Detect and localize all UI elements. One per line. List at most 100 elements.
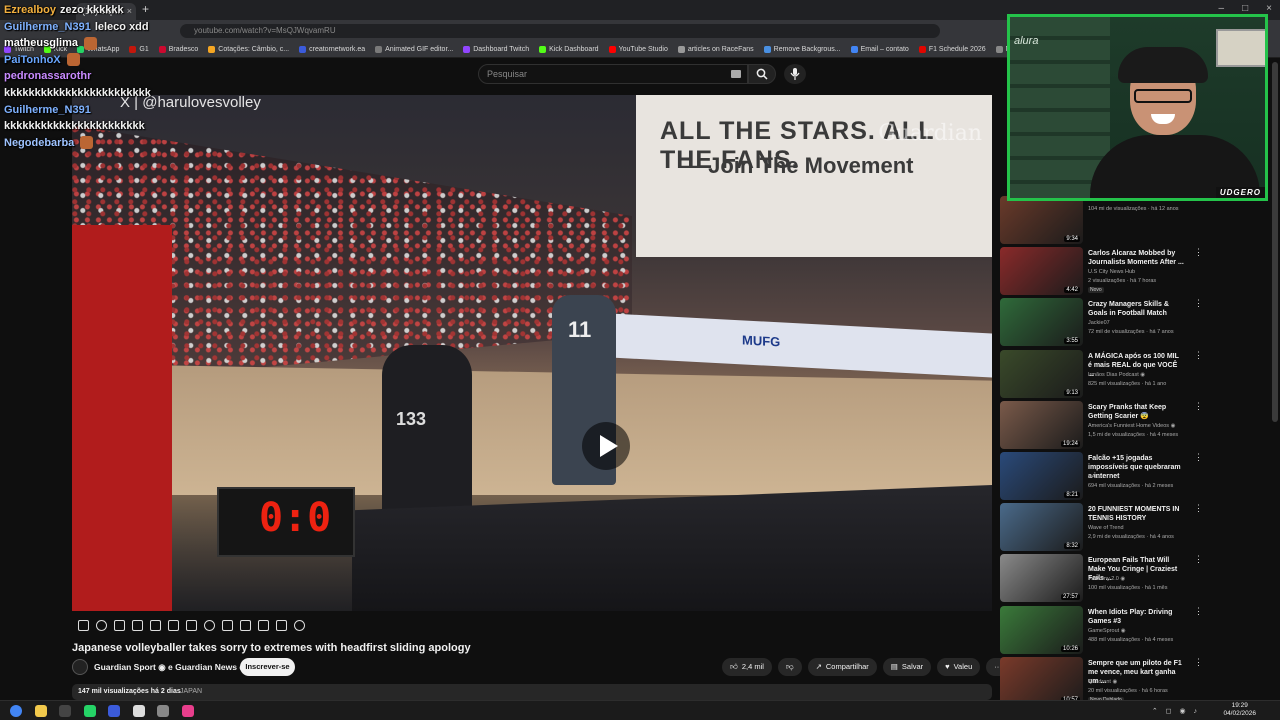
video-thumbnail[interactable]: 3:55 — [1000, 298, 1083, 347]
recommended-channel[interactable]: Jackie07 — [1088, 320, 1110, 326]
recommended-video[interactable]: 27:57 European Fails That Will Make You C… — [1000, 554, 1270, 604]
video-thumbnail[interactable]: 4:42 — [1000, 247, 1083, 296]
url-field[interactable]: youtube.com/watch?v=MsQJWqvamRU — [180, 24, 940, 38]
more-vert-icon[interactable]: ⋮ — [1194, 554, 1203, 565]
audio-icon[interactable] — [96, 619, 107, 631]
obs-icon[interactable] — [59, 705, 71, 717]
more-vert-icon[interactable]: ⋮ — [1194, 452, 1203, 463]
video-tag[interactable]: JAPAN — [180, 688, 202, 695]
bookmark-item[interactable]: Dashboard Twitch — [463, 46, 529, 53]
recommended-channel[interactable]: Quadrant ◉ — [1088, 679, 1117, 685]
speed-icon[interactable] — [204, 619, 215, 631]
video-thumbnail[interactable]: 9:13 — [1000, 349, 1083, 398]
page-scrollbar[interactable] — [1272, 62, 1278, 422]
video-thumbnail[interactable]: 10:57 — [1000, 656, 1083, 705]
more-vert-icon[interactable]: ⋮ — [1194, 247, 1203, 258]
channel-avatar[interactable] — [72, 659, 88, 675]
recommended-title[interactable]: When Idiots Play: Driving Games #3 — [1088, 608, 1184, 626]
video-thumbnail[interactable]: 27:57 — [1000, 554, 1083, 603]
bookmark-icon — [850, 46, 858, 53]
recommended-channel[interactable]: Wave of Trend — [1088, 525, 1124, 531]
settings-icon[interactable] — [157, 705, 169, 717]
save-button[interactable]: ▤ Salvar — [882, 658, 932, 676]
voice-search-button[interactable] — [784, 64, 806, 84]
more-vert-icon[interactable]: ⋮ — [1194, 503, 1203, 514]
recommended-title[interactable]: Falcão +15 jogadas impossíveis que quebr… — [1088, 454, 1184, 481]
video-thumbnail[interactable]: 8:32 — [1000, 503, 1083, 552]
like-button[interactable]: 👍︎ 2,4 mil — [722, 658, 772, 676]
bookmark-item[interactable]: Cotações: Câmbio, c... — [208, 46, 289, 53]
recommended-title[interactable]: Crazy Managers Skills & Goals in Footbal… — [1088, 300, 1184, 318]
minimize-icon[interactable]: – — [1219, 3, 1225, 14]
screenshot-icon[interactable] — [258, 619, 269, 631]
folder-icon[interactable] — [34, 705, 47, 717]
subtitles-icon[interactable] — [150, 619, 161, 631]
app-icon[interactable] — [181, 705, 194, 717]
more-vert-icon[interactable]: ⋮ — [1194, 401, 1203, 412]
description-box[interactable]: 147 mil visualizações há 2 dias JAPAN — [72, 684, 992, 700]
recommended-video[interactable]: 8:32 20 FUNNIEST MOMENTS IN TENNIS HISTOR… — [1000, 503, 1270, 553]
recommended-video[interactable]: 9:13 A MÁGICA após os 100 MIL é mais REAL… — [1000, 349, 1270, 400]
recommended-video[interactable]: 4:42 Carlos Alcaraz Mobbed by Journalists… — [1000, 247, 1270, 297]
search-input[interactable]: Pesquisar — [478, 64, 748, 84]
close-window-icon[interactable]: × — [1266, 3, 1272, 14]
bookmark-item[interactable]: F1 Schedule 2026 — [918, 46, 986, 53]
taskbar-clock[interactable]: 19:29 04/02/2026 — [1223, 702, 1256, 718]
bookmark-item[interactable]: Email – contato — [850, 46, 909, 53]
recommended-title[interactable]: Carlos Alcaraz Mobbed by Journalists Mom… — [1088, 249, 1184, 267]
video-player[interactable]: ALL THE STARS. ALL THE FANS. — Join The … — [72, 95, 992, 611]
settings-icon[interactable] — [294, 619, 305, 631]
lab-icon[interactable] — [276, 619, 287, 631]
recommended-channel[interactable]: FailArmy 2.0 ◉ — [1088, 576, 1125, 582]
more-vert-icon[interactable]: ⋮ — [1194, 350, 1203, 361]
more-vert-icon[interactable]: ⋮ — [1194, 657, 1203, 668]
recommended-video[interactable]: 3:55 Crazy Managers Skills & Goals in Foo… — [1000, 298, 1270, 348]
recommended-views: 104 mi de visualizações · há 12 anos — [1088, 206, 1179, 212]
subscribe-button[interactable]: Inscrever-se — [240, 658, 295, 676]
bookmark-item[interactable]: YouTube Studio — [608, 46, 668, 53]
recommended-channel[interactable]: Irmãos Dias Podcast ◉ — [1088, 372, 1145, 378]
cast-icon[interactable] — [114, 619, 125, 631]
playlist-icon[interactable] — [186, 619, 197, 631]
channel-name[interactable]: Guardian Sport ◉ e Guardian News ◉ — [94, 662, 247, 673]
streamer-bot-icon[interactable] — [108, 705, 120, 717]
bookmark-item[interactable]: articles on RaceFans — [677, 46, 754, 53]
bookmark-item[interactable]: Kick Dashboard — [539, 46, 599, 53]
recommended-channel[interactable]: GameSprout ◉ — [1088, 628, 1126, 634]
dislike-button[interactable]: 👎︎ — [777, 658, 802, 676]
share-button[interactable]: ↗ Compartilhar — [807, 658, 877, 676]
thanks-button[interactable]: ♥ Valeu — [937, 658, 981, 676]
recommended-channel[interactable]: America's Funniest Home Videos ◉ — [1088, 423, 1175, 429]
video-thumbnail[interactable]: 10:26 — [1000, 605, 1083, 654]
recommended-video[interactable]: 19:24 Scary Pranks that Keep Getting Scar… — [1000, 400, 1270, 451]
recommended-title[interactable]: Scary Pranks that Keep Getting Scarier 😨 — [1088, 403, 1184, 421]
bookmark-item[interactable]: creatornetwork.ea — [299, 46, 365, 53]
like-count: 2,4 mil — [741, 662, 764, 671]
capcut-icon[interactable] — [132, 705, 145, 717]
video-thumbnail[interactable]: 19:24 — [1000, 400, 1083, 449]
maximize-icon[interactable]: □ — [1242, 3, 1248, 14]
more-vert-icon[interactable]: ⋮ — [1194, 298, 1203, 309]
picture-in-picture-icon[interactable] — [240, 619, 251, 631]
recommended-channel[interactable]: BALL — [1088, 474, 1101, 480]
clip-icon[interactable] — [222, 619, 233, 631]
chrome-icon[interactable] — [10, 705, 22, 717]
bookmark-item[interactable]: Remove Backgrous... — [763, 46, 841, 53]
recommended-video[interactable]: 10:26 When Idiots Play: Driving Games #3 G… — [1000, 605, 1270, 656]
search-button[interactable] — [748, 64, 776, 84]
recommended-video[interactable]: 9:34 104 mi de visualizações · há 12 anos — [1000, 196, 1270, 246]
loop-icon[interactable] — [78, 619, 89, 631]
bookmark-item[interactable]: Animated GIF editor... — [375, 46, 453, 53]
recommended-title[interactable]: 20 FUNNIEST MOMENTS IN TENNIS HISTORY — [1088, 505, 1184, 523]
recommended-video[interactable]: 8:21 Falcão +15 jogadas impossíveis que q… — [1000, 452, 1270, 502]
recommended-channel[interactable]: U.S City News Hub — [1088, 269, 1135, 275]
theater-icon[interactable] — [132, 619, 143, 631]
whatsapp-icon[interactable] — [83, 705, 96, 717]
miniplayer-icon[interactable] — [168, 619, 179, 631]
more-vert-icon[interactable]: ⋮ — [1194, 606, 1203, 617]
play-button[interactable] — [582, 422, 630, 470]
video-thumbnail[interactable]: 9:34 — [1000, 196, 1083, 244]
video-thumbnail[interactable]: 8:21 — [1000, 452, 1083, 500]
system-tray[interactable]: ⌃ ◻ ◉ ♪ — [1152, 707, 1200, 715]
keyboard-icon[interactable] — [731, 70, 741, 78]
